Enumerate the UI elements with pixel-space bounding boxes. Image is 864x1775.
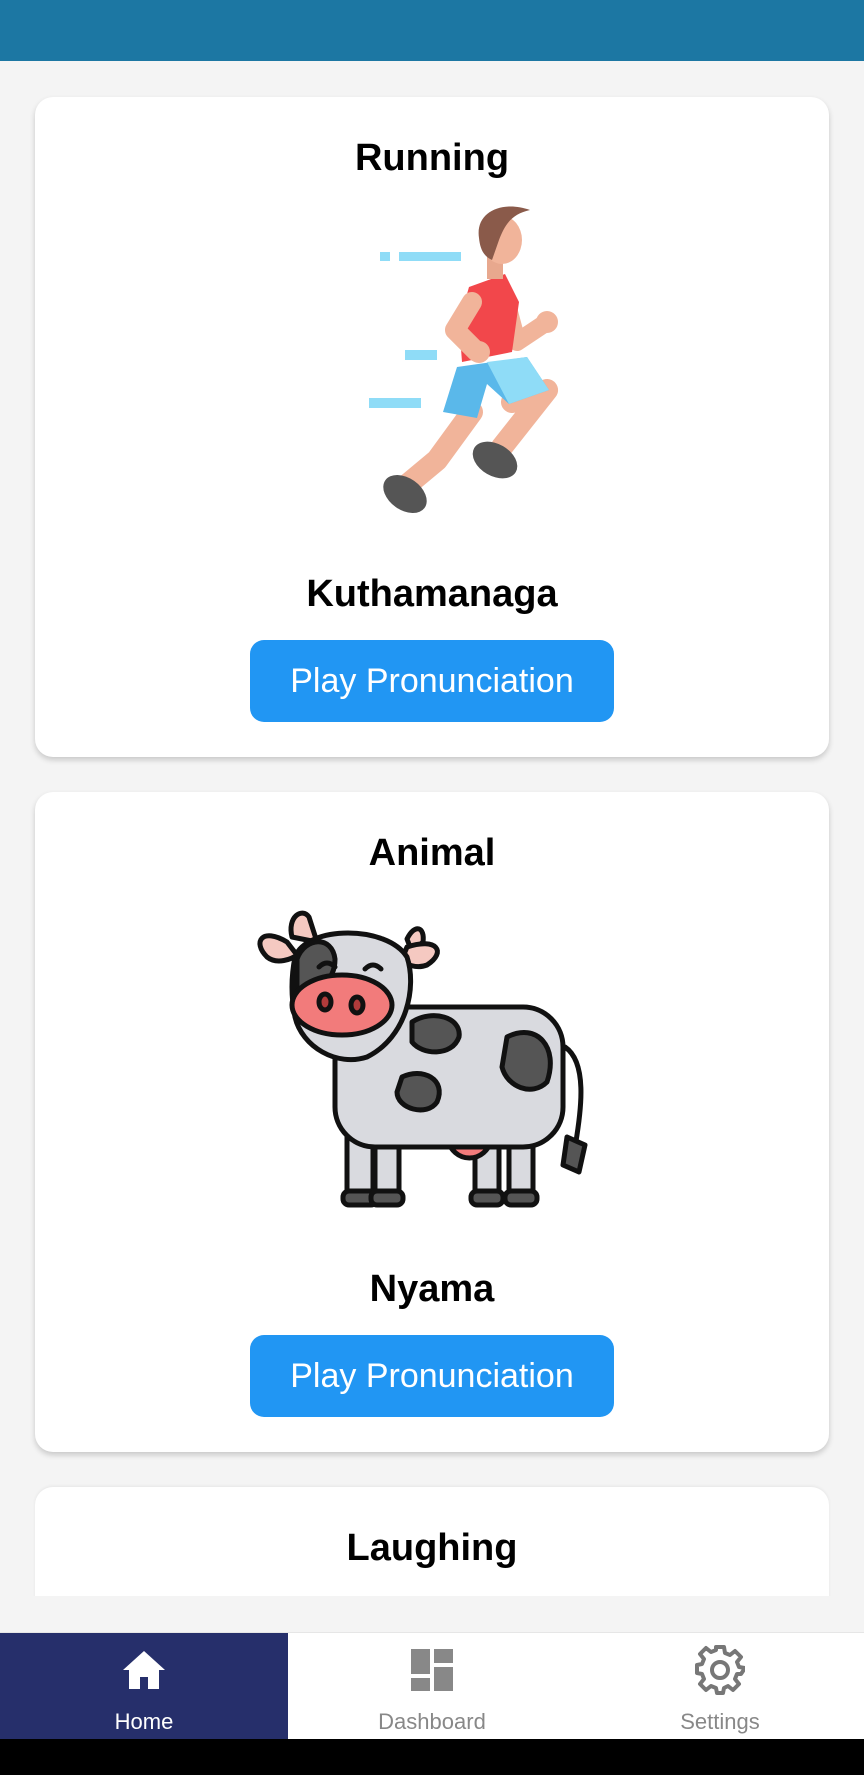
nav-label: Settings [680, 1709, 760, 1734]
card-word: Kuthamanaga [306, 573, 558, 615]
card-title: Running [354, 137, 510, 179]
nav-label: Dashboard [378, 1709, 486, 1734]
cow-icon [257, 910, 588, 1208]
word-card-list[interactable]: Running Kuthamanaga Play Pronunciation A… [0, 61, 864, 1596]
running-person-icon [369, 206, 558, 514]
dashboard-icon [411, 1649, 453, 1691]
word-card: Animal Nyama Play Pronunciation [35, 792, 829, 1452]
card-word: Nyama [369, 1268, 495, 1310]
word-card: Laughing [35, 1487, 829, 1596]
home-icon [123, 1651, 165, 1689]
nav-item-home[interactable]: Home [0, 1633, 288, 1740]
play-pronunciation-button[interactable]: Play Pronunciation [250, 1335, 614, 1417]
play-pronunciation-button[interactable]: Play Pronunciation [250, 640, 614, 722]
system-navigation-bar [0, 1739, 864, 1775]
word-card: Running Kuthamanaga Play Pronunciation [35, 97, 829, 757]
top-app-bar [0, 0, 864, 61]
card-title: Laughing [346, 1527, 518, 1569]
nav-item-dashboard[interactable]: Dashboard [288, 1633, 576, 1740]
bottom-navigation: Home Dashboard Settings [0, 1632, 864, 1740]
nav-item-settings[interactable]: Settings [576, 1633, 864, 1740]
card-title: Animal [368, 832, 496, 874]
gear-icon [695, 1645, 745, 1695]
nav-label: Home [114, 1709, 174, 1734]
